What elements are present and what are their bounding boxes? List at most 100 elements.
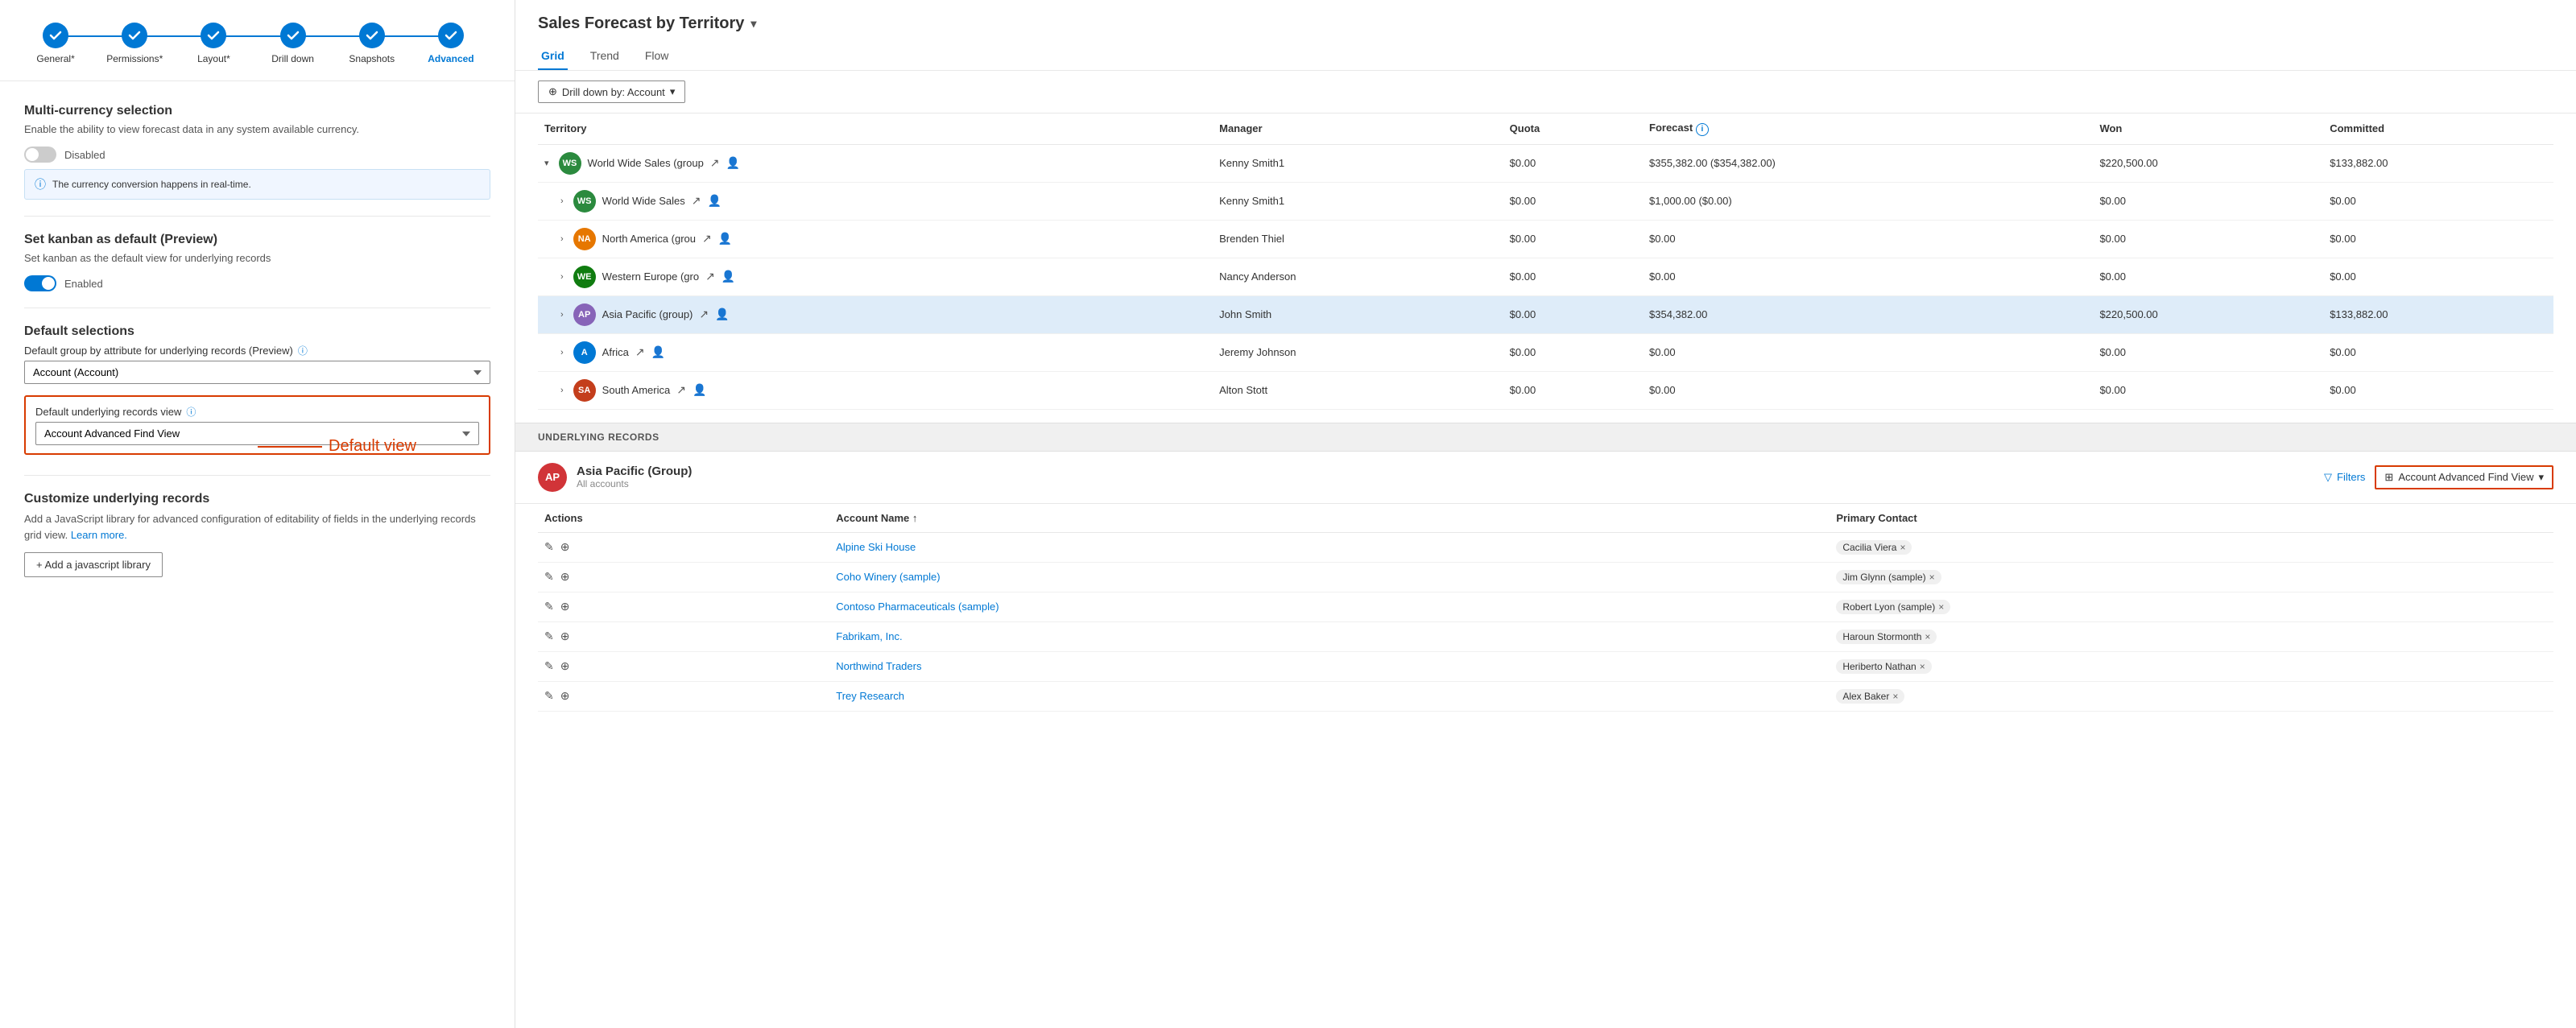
group-by-select[interactable]: Account (Account) [24,361,490,384]
expand-btn[interactable]: › [560,234,564,244]
won-cell: $0.00 [2093,182,2323,220]
forecast-info-icon[interactable]: i [1696,123,1709,136]
wizard-step-drilldown[interactable]: Drill down [254,23,333,64]
account-name-cell[interactable]: Contoso Pharmaceuticals (sample) [829,592,1830,621]
tag-close-icon[interactable]: × [1920,661,1925,672]
list-item: ✎ ⊕ Northwind Traders Heriberto Nathan × [538,651,2553,681]
user-icon[interactable]: 👤 [715,308,729,321]
info-detail-icon[interactable]: ⊕ [560,600,570,613]
tag-close-icon[interactable]: × [1892,691,1898,702]
account-name-cell[interactable]: Coho Winery (sample) [829,562,1830,592]
col-account-name: Account Name ↑ [829,504,1830,533]
info-detail-icon[interactable]: ⊕ [560,540,570,554]
step-circle-snapshots [359,23,385,48]
view-label: Default underlying records view ⓘ [35,405,479,419]
tab-trend[interactable]: Trend [587,43,622,70]
tag-close-icon[interactable]: × [1900,542,1905,553]
tag-close-icon[interactable]: × [1938,601,1944,613]
edit-icon[interactable]: ✎ [544,570,554,584]
user-icon[interactable]: 👤 [693,383,706,397]
view-help-icon[interactable]: ⓘ [186,405,196,419]
tag-close-icon[interactable]: × [1929,572,1935,583]
share-icon[interactable]: ↗ [692,194,701,208]
edit-icon[interactable]: ✎ [544,600,554,613]
row-actions-cell: ✎ ⊕ [538,681,829,711]
wizard-step-general[interactable]: General* [16,23,95,64]
filters-btn[interactable]: ▽ Filters [2324,471,2365,484]
table-row: › NA North America (grou ↗ 👤 Brenden Thi… [538,220,2553,258]
add-javascript-btn[interactable]: + Add a javascript library [24,552,163,577]
edit-icon[interactable]: ✎ [544,659,554,673]
share-icon[interactable]: ↗ [676,383,686,397]
info-detail-icon[interactable]: ⊕ [560,659,570,673]
expand-btn[interactable]: ▾ [544,158,549,168]
list-item: ✎ ⊕ Coho Winery (sample) Jim Glynn (samp… [538,562,2553,592]
tab-grid[interactable]: Grid [538,43,568,70]
account-name-cell[interactable]: Alpine Ski House [829,532,1830,562]
quota-cell: $0.00 [1503,371,1643,409]
forecast-cell: $0.00 [1643,220,2093,258]
expand-btn[interactable]: › [560,196,564,206]
territory-cell: › WE Western Europe (gro ↗ 👤 [538,258,1213,295]
user-icon[interactable]: 👤 [651,345,665,359]
col-quota: Quota [1503,114,1643,144]
group-by-help-icon[interactable]: ⓘ [298,344,308,357]
multicurrency-toggle[interactable] [24,147,56,163]
info-icon: ⓘ [35,176,46,192]
wizard-step-snapshots[interactable]: Snapshots [333,23,411,64]
expand-btn[interactable]: › [560,386,564,395]
info-detail-icon[interactable]: ⊕ [560,570,570,584]
user-icon[interactable]: 👤 [722,270,735,283]
forecast-title-dropdown-icon[interactable]: ▾ [750,17,756,31]
account-name-cell[interactable]: Northwind Traders [829,651,1830,681]
territory-name: Africa [602,346,629,358]
contact-tag: Robert Lyon (sample) × [1836,600,1950,614]
wizard-step-advanced[interactable]: Advanced [411,23,490,64]
left-panel: General* Permissions* Layout* Drill down… [0,0,515,1028]
tag-close-icon[interactable]: × [1925,631,1930,642]
territory-cell: › NA North America (grou ↗ 👤 [538,220,1213,258]
committed-cell: $0.00 [2323,182,2553,220]
kanban-toggle[interactable] [24,275,56,291]
territory-avatar: SA [573,379,596,402]
learn-more-link[interactable]: Learn more. [71,529,127,541]
view-selector-btn[interactable]: ⊞ Account Advanced Find View ▾ [2375,465,2553,489]
forecast-cell: $1,000.00 ($0.00) [1643,182,2093,220]
share-icon[interactable]: ↗ [702,232,712,246]
tab-flow[interactable]: Flow [642,43,672,70]
step-label-advanced: Advanced [428,53,473,64]
info-detail-icon[interactable]: ⊕ [560,689,570,703]
user-icon[interactable]: 👤 [718,232,732,246]
expand-btn[interactable]: › [560,272,564,282]
currency-info-text: The currency conversion happens in real-… [52,179,251,190]
share-icon[interactable]: ↗ [710,156,720,170]
account-name-cell[interactable]: Fabrikam, Inc. [829,621,1830,651]
share-icon[interactable]: ↗ [699,308,709,321]
expand-btn[interactable]: › [560,348,564,357]
user-icon[interactable]: 👤 [726,156,740,170]
wizard-step-permissions[interactable]: Permissions* [95,23,174,64]
wizard-step-layout[interactable]: Layout* [174,23,253,64]
share-icon[interactable]: ↗ [635,345,645,359]
manager-cell: Kenny Smith1 [1213,182,1503,220]
forecast-cell: $0.00 [1643,333,2093,371]
left-content: Multi-currency selection Enable the abil… [0,81,515,600]
edit-icon[interactable]: ✎ [544,689,554,703]
quota-cell: $0.00 [1503,295,1643,333]
edit-icon[interactable]: ✎ [544,540,554,554]
won-cell: $0.00 [2093,333,2323,371]
edit-icon[interactable]: ✎ [544,630,554,643]
territory-avatar: AP [573,303,596,326]
step-label-snapshots: Snapshots [349,53,395,64]
info-detail-icon[interactable]: ⊕ [560,630,570,643]
kanban-toggle-label: Enabled [64,278,103,290]
drill-down-btn[interactable]: ⊕ Drill down by: Account ▾ [538,81,685,103]
committed-cell: $133,882.00 [2323,295,2553,333]
table-row: ▾ WS World Wide Sales (group ↗ 👤 Kenny S… [538,144,2553,182]
share-icon[interactable]: ↗ [705,270,715,283]
won-cell: $0.00 [2093,258,2323,295]
expand-btn[interactable]: › [560,310,564,320]
account-name-cell[interactable]: Trey Research [829,681,1830,711]
row-actions: ↗ 👤 [676,383,706,397]
user-icon[interactable]: 👤 [707,194,721,208]
